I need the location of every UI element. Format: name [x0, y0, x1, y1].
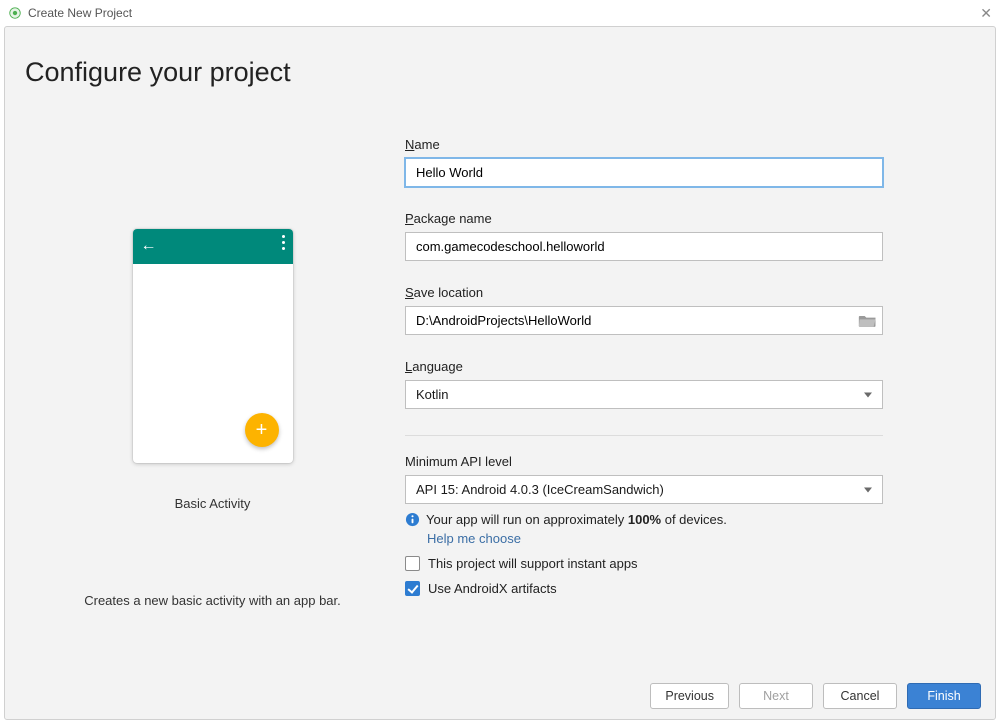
name-label: Name: [405, 137, 883, 152]
instant-apps-checkbox[interactable]: [405, 556, 420, 571]
language-value: Kotlin: [416, 387, 449, 402]
template-name: Basic Activity: [5, 496, 420, 511]
instant-apps-row: This project will support instant apps: [405, 556, 883, 571]
androidx-row: Use AndroidX artifacts: [405, 581, 883, 596]
window-title: Create New Project: [28, 6, 132, 20]
chevron-down-icon: [864, 392, 872, 397]
instant-apps-label: This project will support instant apps: [428, 556, 638, 571]
name-input[interactable]: [405, 158, 883, 187]
browse-folder-button[interactable]: [857, 312, 879, 330]
page-title: Configure your project: [25, 57, 291, 88]
api-info-text: Your app will run on approximately 100% …: [426, 512, 727, 527]
language-select[interactable]: Kotlin: [405, 380, 883, 409]
previous-button[interactable]: Previous: [650, 683, 729, 709]
form-area: Name Package name Save location Language…: [405, 137, 883, 596]
fab-icon: +: [245, 413, 279, 447]
api-label: Minimum API level: [405, 454, 883, 469]
info-icon: [405, 512, 420, 527]
language-label: Language: [405, 359, 883, 374]
api-level-value: API 15: Android 4.0.3 (IceCreamSandwich): [416, 482, 664, 497]
dialog-panel: Configure your project ← + Basic Activit…: [4, 26, 996, 720]
next-button[interactable]: Next: [739, 683, 813, 709]
package-input[interactable]: [405, 232, 883, 261]
close-icon[interactable]: ✕: [960, 5, 992, 22]
back-arrow-icon: ←: [141, 237, 157, 255]
help-me-choose-link[interactable]: Help me choose: [427, 531, 883, 546]
chevron-down-icon: [864, 487, 872, 492]
api-level-select[interactable]: API 15: Android 4.0.3 (IceCreamSandwich): [405, 475, 883, 504]
androidx-checkbox[interactable]: [405, 581, 420, 596]
api-info-row: Your app will run on approximately 100% …: [405, 512, 883, 527]
button-bar: Previous Next Cancel Finish: [650, 683, 981, 709]
overflow-menu-icon: [282, 235, 285, 250]
separator: [405, 435, 883, 436]
folder-icon: [858, 313, 878, 329]
package-label: Package name: [405, 211, 883, 226]
finish-button[interactable]: Finish: [907, 683, 981, 709]
android-studio-icon: [8, 6, 22, 20]
template-description: Creates a new basic activity with an app…: [5, 593, 420, 608]
preview-column: ← + Basic Activity Creates a new basic a…: [5, 137, 420, 608]
save-location-input[interactable]: [405, 306, 883, 335]
cancel-button[interactable]: Cancel: [823, 683, 897, 709]
template-preview: ← +: [133, 229, 293, 463]
androidx-label: Use AndroidX artifacts: [428, 581, 557, 596]
preview-appbar: ←: [133, 229, 293, 264]
window-titlebar: Create New Project ✕: [0, 0, 1000, 26]
save-location-label: Save location: [405, 285, 883, 300]
